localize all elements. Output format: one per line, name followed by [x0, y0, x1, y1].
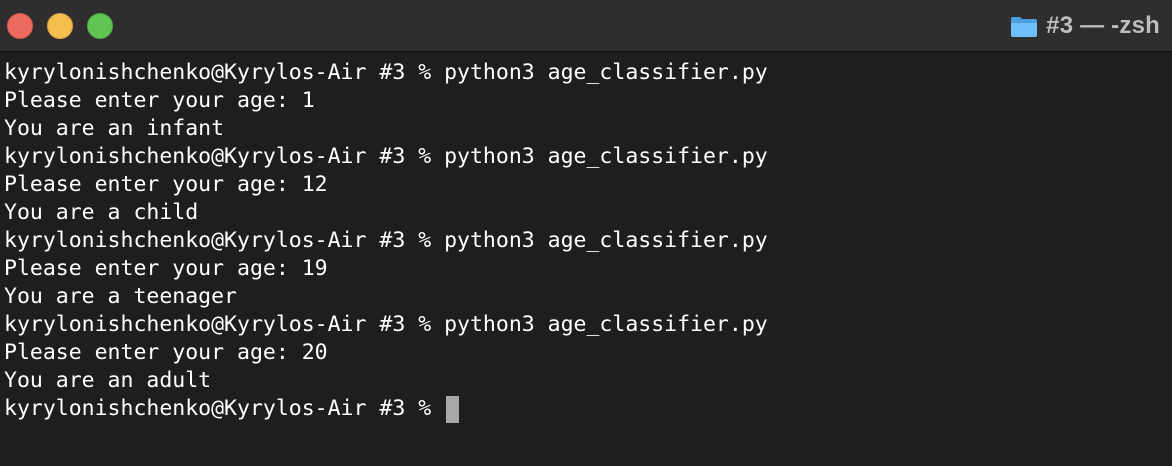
terminal-line: Please enter your age: 19: [4, 256, 328, 281]
terminal-window: #3 — -zsh kyrylonishchenko@Kyrylos-Air #…: [0, 0, 1172, 466]
terminal-line: You are a child: [4, 200, 199, 225]
minimize-window-button[interactable]: [47, 13, 73, 39]
shell-prompt: kyrylonishchenko@Kyrylos-Air #3 %: [4, 396, 445, 421]
text-cursor: [446, 395, 460, 423]
terminal-line: kyrylonishchenko@Kyrylos-Air #3 % python…: [4, 228, 768, 253]
close-window-button[interactable]: [7, 13, 33, 39]
zoom-window-button[interactable]: [87, 13, 113, 39]
terminal-line: You are an adult: [4, 368, 212, 393]
terminal-line: Please enter your age: 20: [4, 340, 328, 365]
terminal-line: kyrylonishchenko@Kyrylos-Air #3 % python…: [4, 312, 768, 337]
terminal-line: You are an infant: [4, 116, 225, 141]
window-title: #3 — -zsh: [1046, 12, 1160, 39]
current-prompt-line[interactable]: kyrylonishchenko@Kyrylos-Air #3 %: [4, 395, 1172, 423]
terminal-line: kyrylonishchenko@Kyrylos-Air #3 % python…: [4, 144, 768, 169]
terminal-output[interactable]: kyrylonishchenko@Kyrylos-Air #3 % python…: [0, 59, 1172, 459]
window-title-group: #3 — -zsh: [1010, 0, 1160, 52]
terminal-line: kyrylonishchenko@Kyrylos-Air #3 % python…: [4, 60, 768, 85]
terminal-line: Please enter your age: 12: [4, 172, 328, 197]
title-bar[interactable]: #3 — -zsh: [0, 0, 1172, 52]
terminal-line: You are a teenager: [4, 284, 237, 309]
folder-icon: [1010, 14, 1038, 38]
terminal-line: Please enter your age: 1: [4, 88, 315, 113]
